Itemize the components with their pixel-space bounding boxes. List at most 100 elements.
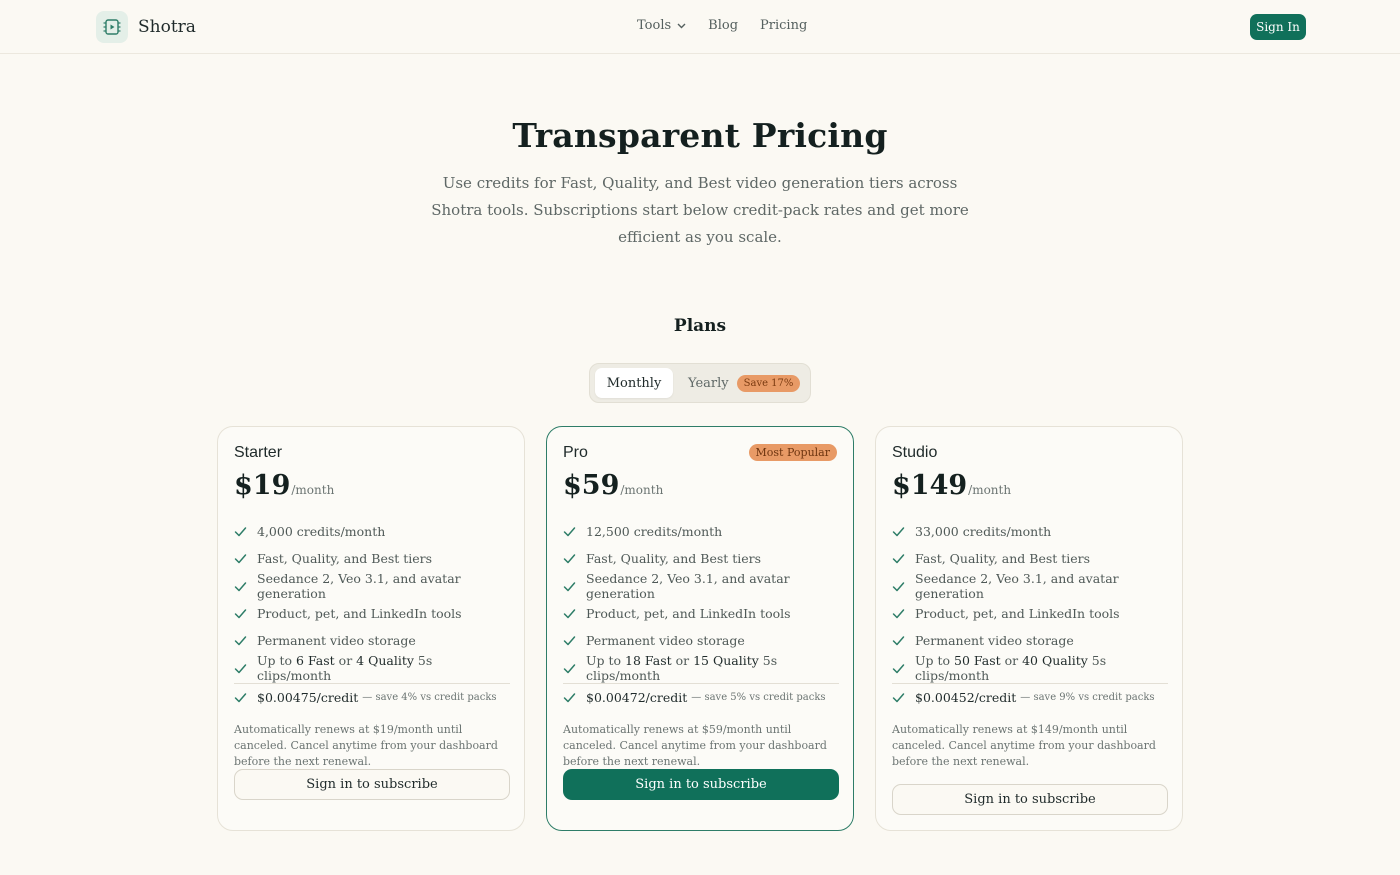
check-icon: [892, 581, 905, 591]
credit-savings: — save 4% vs credit packs: [362, 691, 497, 703]
main-nav: Tools Blog Pricing: [637, 18, 829, 33]
feature-text: Seedance 2, Veo 3.1, and avatar generati…: [915, 571, 1119, 602]
feature-text: Product, pet, and LinkedIn tools: [915, 606, 1120, 622]
plan-name: Starter: [234, 444, 283, 461]
subscribe-button[interactable]: Sign in to subscribe: [563, 769, 839, 800]
clips-prefix: Up to: [915, 653, 955, 669]
nav-pricing[interactable]: Pricing: [760, 18, 807, 33]
feature-item: Permanent video storage: [563, 627, 839, 654]
page-title: Transparent Pricing: [512, 116, 888, 155]
toggle-yearly[interactable]: Yearly Save 17%: [688, 368, 801, 398]
feature-item: 12,500 credits/month: [563, 518, 839, 545]
credit-savings: — save 5% vs credit packs: [691, 691, 826, 703]
film-icon: [96, 11, 128, 43]
feature-item: Permanent video storage: [234, 627, 510, 654]
chevron-down-icon: [677, 23, 686, 28]
feature-item: Seedance 2, Veo 3.1, and avatar generati…: [563, 571, 839, 602]
clips-prefix: Up to: [586, 653, 626, 669]
plans-heading: Plans: [673, 316, 727, 336]
check-icon: [892, 663, 905, 673]
divider: [234, 683, 510, 684]
price-amount: $59: [563, 470, 620, 501]
check-icon: [563, 636, 576, 646]
sign-in-button[interactable]: Sign In: [1250, 14, 1306, 40]
feature-item: Fast, Quality, and Best tiers: [892, 545, 1168, 572]
price-amount: $149: [892, 470, 968, 501]
feature-text: Seedance 2, Veo 3.1, and avatar generati…: [257, 571, 461, 602]
toggle-monthly[interactable]: Monthly: [595, 368, 673, 398]
feature-text: 4,000 credits/month: [257, 524, 386, 540]
feature-text: Seedance 2, Veo 3.1, and avatar generati…: [586, 571, 790, 602]
credit-savings: — save 9% vs credit packs: [1020, 691, 1155, 703]
clips-prefix: Up to: [257, 653, 297, 669]
check-icon: [563, 554, 576, 564]
clips-fast: 50 Fast: [954, 653, 1001, 669]
most-popular-badge: Most Popular: [748, 444, 837, 461]
feature-text: 33,000 credits/month: [915, 524, 1052, 540]
nav-blog[interactable]: Blog: [708, 18, 738, 33]
billing-toggle: Monthly Yearly Save 17%: [589, 363, 811, 403]
clips-quality: 40 Quality: [1022, 653, 1088, 669]
clips-fast: 18 Fast: [625, 653, 672, 669]
feature-item: Fast, Quality, and Best tiers: [234, 545, 510, 572]
divider: [563, 683, 839, 684]
feature-item-clips: Up to 18 Fast or 15 Quality 5s clips/mon…: [563, 653, 839, 683]
nav-pricing-label: Pricing: [760, 18, 808, 33]
plan-name: Pro: [563, 444, 588, 461]
divider: [892, 683, 1168, 684]
nav-tools-label: Tools: [637, 18, 672, 33]
check-icon: [234, 581, 247, 591]
feature-text: Permanent video storage: [257, 633, 416, 649]
check-icon: [892, 636, 905, 646]
feature-text: Fast, Quality, and Best tiers: [586, 551, 762, 567]
check-icon: [234, 636, 247, 646]
check-icon: [563, 663, 576, 673]
feature-text: Permanent video storage: [586, 633, 745, 649]
check-icon: [563, 692, 576, 702]
clips-quality: 15 Quality: [693, 653, 759, 669]
price-amount: $19: [234, 470, 291, 501]
plan-price: $19 /month: [234, 470, 334, 501]
subscribe-button[interactable]: Sign in to subscribe: [234, 769, 510, 800]
feature-text: 12,500 credits/month: [586, 524, 723, 540]
plan-card-pro: Pro Most Popular $59 /month 12,500 credit…: [546, 426, 854, 831]
clips-mid: or: [1000, 653, 1023, 669]
renewal-note: Automatically renews at $59/month until …: [563, 723, 827, 768]
credit-rate: $0.00475/credit — save 4% vs credit pack…: [234, 686, 510, 708]
check-icon: [234, 554, 247, 564]
feature-item: Product, pet, and LinkedIn tools: [234, 600, 510, 627]
feature-item: 33,000 credits/month: [892, 518, 1168, 545]
price-period: /month: [968, 483, 1012, 497]
subscribe-button[interactable]: Sign in to subscribe: [892, 784, 1168, 815]
feature-item-clips: Up to 6 Fast or 4 Quality 5s clips/month: [234, 653, 510, 683]
save-badge: Save 17%: [736, 374, 801, 392]
clips-mid: or: [671, 653, 694, 669]
feature-item: Seedance 2, Veo 3.1, and avatar generati…: [892, 571, 1168, 602]
price-period: /month: [620, 483, 664, 497]
feature-text: Up to 6 Fast or 4 Quality 5s clips/month: [257, 653, 510, 683]
feature-list: 33,000 credits/month Fast, Quality, and B…: [892, 518, 1168, 683]
plan-card-starter: Starter $19 /month 4,000 credits/month Fa…: [217, 426, 525, 831]
feature-list: 4,000 credits/month Fast, Quality, and Be…: [234, 518, 510, 683]
plan-name: Studio: [892, 444, 938, 461]
renewal-note: Automatically renews at $19/month until …: [234, 723, 498, 768]
page-subtitle: Use credits for Fast, Quality, and Best …: [431, 174, 969, 246]
brand[interactable]: Shotra: [96, 11, 196, 43]
check-icon: [563, 527, 576, 537]
plan-price: $149 /month: [892, 470, 1011, 501]
check-icon: [234, 692, 247, 702]
check-icon: [563, 609, 576, 619]
feature-item: Seedance 2, Veo 3.1, and avatar generati…: [234, 571, 510, 602]
check-icon: [892, 527, 905, 537]
clips-quality: 4 Quality: [356, 653, 414, 669]
nav-tools[interactable]: Tools: [637, 18, 686, 33]
plan-card-studio: Studio $149 /month 33,000 credits/month F…: [875, 426, 1183, 831]
feature-item: Product, pet, and LinkedIn tools: [892, 600, 1168, 627]
feature-text: Permanent video storage: [915, 633, 1074, 649]
price-period: /month: [291, 483, 335, 497]
check-icon: [892, 609, 905, 619]
feature-item-clips: Up to 50 Fast or 40 Quality 5s clips/mon…: [892, 653, 1168, 683]
check-icon: [234, 527, 247, 537]
clips-fast: 6 Fast: [296, 653, 335, 669]
credit-price: $0.00475/credit: [257, 689, 359, 705]
